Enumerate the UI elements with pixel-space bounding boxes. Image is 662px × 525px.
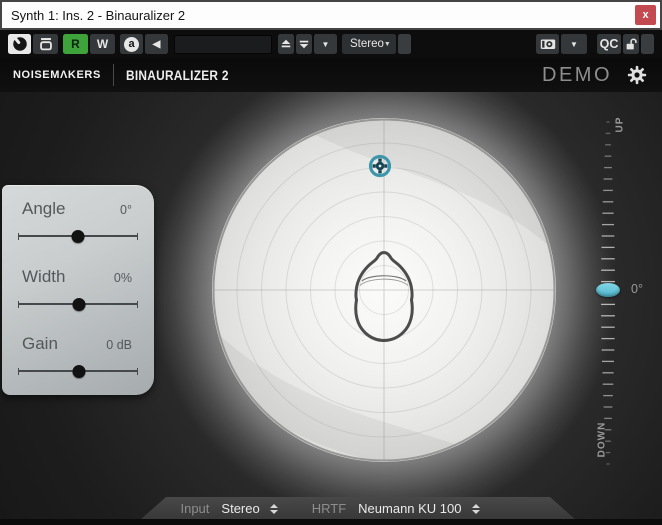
width-slider-knob[interactable] [73,298,86,311]
width-slider[interactable] [18,303,138,305]
plugin-title: BINAURALIZER 2 [126,68,229,83]
hrtf-value: Neumann KU 100 [358,501,461,516]
quick-controls-button[interactable]: QC [597,34,621,54]
gain-slider-knob[interactable] [73,365,86,378]
write-automation-label: W [97,37,108,51]
previous-preset-button[interactable] [278,34,294,54]
main-area: Angle 0° Width 0% Gain 0 dB [0,92,662,525]
plugin-window: Synth 1: Ins. 2 - Binauralizer 2 x R W [0,0,662,525]
source-position-marker[interactable] [364,150,396,182]
unlock-icon [624,37,639,52]
read-automation-button[interactable]: R [63,34,88,54]
elevation-down-label: DOWN [596,422,607,458]
read-automation-label: R [71,37,80,51]
write-automation-button[interactable]: W [90,34,115,54]
io-bar: Input Stereo HRTF Neumann KU 100 [140,497,576,520]
settings-button[interactable] [626,64,648,86]
routing-extra-button[interactable] [398,34,411,54]
snapshot-button[interactable] [536,34,559,54]
next-preset-icon [297,37,311,51]
bypass-icon [37,35,55,53]
input-label: Input [180,501,209,516]
plugin-header: NOISEMΛKERS BINAURALIZER 2 DEMO [0,58,662,92]
functions-menu-button[interactable]: ▼ [561,34,587,54]
input-select[interactable]: Stereo [221,501,277,516]
dropdown-icon: ▼ [322,40,330,49]
next-preset-button[interactable] [296,34,312,54]
titlebar[interactable]: Synth 1: Ins. 2 - Binauralizer 2 x [0,0,662,30]
bypass-button[interactable] [33,34,58,54]
input-group: Input Stereo [180,501,277,516]
close-icon: x [642,9,648,21]
dropdown-icon: ▼ [570,40,578,49]
routing-value: Stereo [350,38,384,50]
preset-browser-button[interactable]: ▼ [314,34,337,54]
ab-compare-button[interactable]: a [120,34,143,54]
updown-spinner-icon [270,504,278,514]
previous-preset-icon [279,37,293,51]
close-button[interactable]: x [635,5,656,25]
hrtf-group: HRTF Neumann KU 100 [312,501,480,516]
elevation-up-label: UP [614,117,625,133]
brand-logo: NOISEMΛKERS [13,69,101,81]
gear-icon [626,64,648,86]
gain-label: Gain [22,334,58,354]
header-divider [113,64,114,86]
copy-a-to-b-button[interactable]: ◀ [145,34,168,54]
input-value: Stereo [221,501,259,516]
field-wave-bottom [214,330,474,462]
camera-icon [539,35,557,53]
routing-select[interactable]: Stereo ▼ [342,34,396,54]
angle-slider[interactable] [18,235,138,237]
bottom-strip [0,519,662,525]
gain-value: 0 dB [106,338,132,352]
ab-setting-icon: a [124,37,139,52]
demo-badge: DEMO [542,64,612,87]
dropdown-icon: ▼ [384,41,391,48]
activate-plugin-button[interactable] [8,34,31,54]
width-value: 0% [114,271,132,285]
qc-label: QC [600,37,619,51]
angle-label: Angle [22,199,65,219]
elevation-value: 0° [631,282,643,296]
qc-lock-button[interactable] [623,34,639,54]
width-label: Width [22,267,65,287]
hrtf-label: HRTF [312,501,346,516]
preset-name-field[interactable] [174,35,272,54]
toolbar-extra-button[interactable] [641,34,654,54]
power-icon [11,35,29,53]
hrtf-select[interactable]: Neumann KU 100 [358,501,479,516]
host-toolbar: R W a ◀ ▼ Stereo ▼ [0,30,662,58]
window-title: Synth 1: Ins. 2 - Binauralizer 2 [11,8,185,23]
gain-slider[interactable] [18,370,138,372]
elevation-slider-handle[interactable] [596,283,620,297]
parameter-panel: Angle 0° Width 0% Gain 0 dB [2,185,154,395]
angle-value: 0° [120,203,132,217]
angle-slider-knob[interactable] [72,230,85,243]
updown-spinner-icon [472,504,480,514]
arrow-left-icon: ◀ [153,39,161,50]
